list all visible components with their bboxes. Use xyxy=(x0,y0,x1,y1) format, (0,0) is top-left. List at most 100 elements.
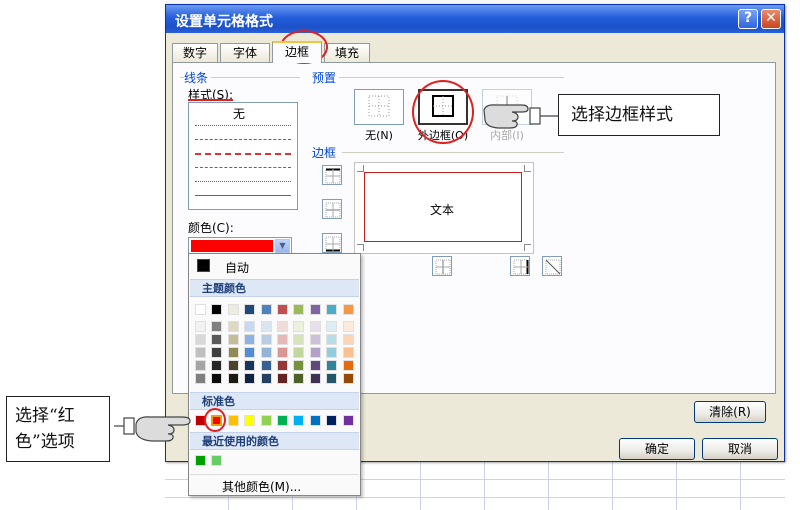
theme-shade-swatch[interactable] xyxy=(228,347,239,358)
theme-shade-swatch[interactable] xyxy=(277,334,288,345)
theme-shade-swatch[interactable] xyxy=(310,347,321,358)
line-style-list[interactable]: 无 xyxy=(188,102,298,210)
theme-shade-swatch[interactable] xyxy=(293,334,304,345)
theme-color-swatch[interactable] xyxy=(211,304,222,315)
line-style-thin[interactable] xyxy=(195,195,291,196)
theme-shade-swatch[interactable] xyxy=(228,334,239,345)
standard-color-swatch[interactable] xyxy=(277,415,288,426)
border-right-button[interactable] xyxy=(510,256,530,276)
theme-color-swatch[interactable] xyxy=(293,304,304,315)
theme-shade-swatch[interactable] xyxy=(195,321,206,332)
theme-shade-swatch[interactable] xyxy=(326,347,337,358)
theme-color-swatch[interactable] xyxy=(326,304,337,315)
theme-shade-swatch[interactable] xyxy=(343,334,354,345)
border-top-button[interactable] xyxy=(322,165,342,185)
theme-shade-swatch[interactable] xyxy=(293,360,304,371)
theme-shade-swatch[interactable] xyxy=(195,334,206,345)
theme-color-swatch[interactable] xyxy=(228,304,239,315)
line-style-none[interactable]: 无 xyxy=(233,105,245,122)
theme-shade-swatch[interactable] xyxy=(228,321,239,332)
close-button[interactable]: ✕ xyxy=(761,9,781,29)
theme-shade-swatch[interactable] xyxy=(343,373,354,384)
theme-shade-swatch[interactable] xyxy=(293,373,304,384)
theme-shade-swatch[interactable] xyxy=(310,360,321,371)
theme-shade-swatch[interactable] xyxy=(244,321,255,332)
automatic-color-option[interactable]: 自动 xyxy=(191,256,357,276)
theme-shade-swatch[interactable] xyxy=(277,347,288,358)
theme-shade-swatch[interactable] xyxy=(211,321,222,332)
standard-color-swatch[interactable] xyxy=(343,415,354,426)
theme-shade-swatch[interactable] xyxy=(261,347,272,358)
tab-number[interactable]: 数字 xyxy=(172,43,218,62)
theme-shade-swatch[interactable] xyxy=(244,360,255,371)
border-preview[interactable]: 文本 xyxy=(354,162,534,254)
theme-color-swatch[interactable] xyxy=(310,304,321,315)
line-style-dash-dot-dot[interactable] xyxy=(195,139,291,140)
standard-color-swatch[interactable] xyxy=(244,415,255,426)
theme-shade-swatch[interactable] xyxy=(211,373,222,384)
more-colors-option[interactable]: 其他颜色(M)... xyxy=(190,474,359,495)
theme-shade-swatch[interactable] xyxy=(244,347,255,358)
theme-shade-swatch[interactable] xyxy=(326,373,337,384)
theme-shade-swatch[interactable] xyxy=(293,321,304,332)
border-bottom-button[interactable] xyxy=(322,233,342,253)
theme-shade-swatch[interactable] xyxy=(343,360,354,371)
line-style-dash-dot[interactable] xyxy=(195,153,291,155)
theme-shade-swatch[interactable] xyxy=(211,334,222,345)
border-top-icon xyxy=(325,168,341,184)
standard-color-swatch[interactable] xyxy=(310,415,321,426)
line-style-dotted[interactable] xyxy=(195,125,291,126)
theme-shade-swatch[interactable] xyxy=(228,373,239,384)
title-bar[interactable]: 设置单元格格式 ? ✕ xyxy=(166,5,784,33)
border-inside-vertical-button[interactable] xyxy=(432,256,452,276)
theme-shade-swatch[interactable] xyxy=(211,347,222,358)
border-diagonal-down-button[interactable] xyxy=(542,256,562,276)
recent-color-swatch[interactable] xyxy=(211,455,222,466)
theme-shade-swatch[interactable] xyxy=(195,360,206,371)
border-inside-horizontal-button[interactable] xyxy=(322,199,342,219)
standard-color-swatch[interactable] xyxy=(228,415,239,426)
theme-shade-swatch[interactable] xyxy=(261,360,272,371)
theme-color-swatch[interactable] xyxy=(244,304,255,315)
tab-fill[interactable]: 填充 xyxy=(324,43,370,62)
chevron-down-icon[interactable]: ▼ xyxy=(275,239,290,253)
theme-shade-swatch[interactable] xyxy=(326,360,337,371)
theme-color-swatch[interactable] xyxy=(195,304,206,315)
theme-color-swatch[interactable] xyxy=(343,304,354,315)
recent-color-swatch[interactable] xyxy=(195,455,206,466)
theme-shade-swatch[interactable] xyxy=(326,334,337,345)
line-style-hair[interactable] xyxy=(195,181,291,182)
theme-shade-swatch[interactable] xyxy=(343,347,354,358)
preset-none-button[interactable] xyxy=(354,89,404,125)
theme-shade-swatch[interactable] xyxy=(211,360,222,371)
cancel-button[interactable]: 取消 xyxy=(702,438,778,460)
theme-color-swatch[interactable] xyxy=(277,304,288,315)
line-style-dashed[interactable] xyxy=(195,167,291,168)
theme-shade-swatch[interactable] xyxy=(277,321,288,332)
theme-color-swatch[interactable] xyxy=(261,304,272,315)
theme-shade-swatch[interactable] xyxy=(343,321,354,332)
tab-font[interactable]: 字体 xyxy=(220,43,270,62)
theme-shade-swatch[interactable] xyxy=(310,321,321,332)
standard-color-swatch[interactable] xyxy=(293,415,304,426)
theme-shade-swatch[interactable] xyxy=(261,373,272,384)
theme-shade-swatch[interactable] xyxy=(244,334,255,345)
help-button[interactable]: ? xyxy=(738,9,758,29)
ok-button[interactable]: 确定 xyxy=(619,438,695,460)
theme-shade-swatch[interactable] xyxy=(293,347,304,358)
theme-shade-swatch[interactable] xyxy=(244,373,255,384)
tab-border[interactable]: 边框 xyxy=(272,41,322,63)
theme-shade-swatch[interactable] xyxy=(261,321,272,332)
theme-shade-swatch[interactable] xyxy=(195,347,206,358)
clear-button[interactable]: 清除(R) xyxy=(694,401,766,423)
standard-color-swatch[interactable] xyxy=(326,415,337,426)
theme-shade-swatch[interactable] xyxy=(310,334,321,345)
theme-shade-swatch[interactable] xyxy=(228,360,239,371)
theme-shade-swatch[interactable] xyxy=(195,373,206,384)
theme-shade-swatch[interactable] xyxy=(326,321,337,332)
theme-shade-swatch[interactable] xyxy=(277,373,288,384)
theme-shade-swatch[interactable] xyxy=(310,373,321,384)
theme-shade-swatch[interactable] xyxy=(277,360,288,371)
standard-color-swatch[interactable] xyxy=(261,415,272,426)
theme-shade-swatch[interactable] xyxy=(261,334,272,345)
